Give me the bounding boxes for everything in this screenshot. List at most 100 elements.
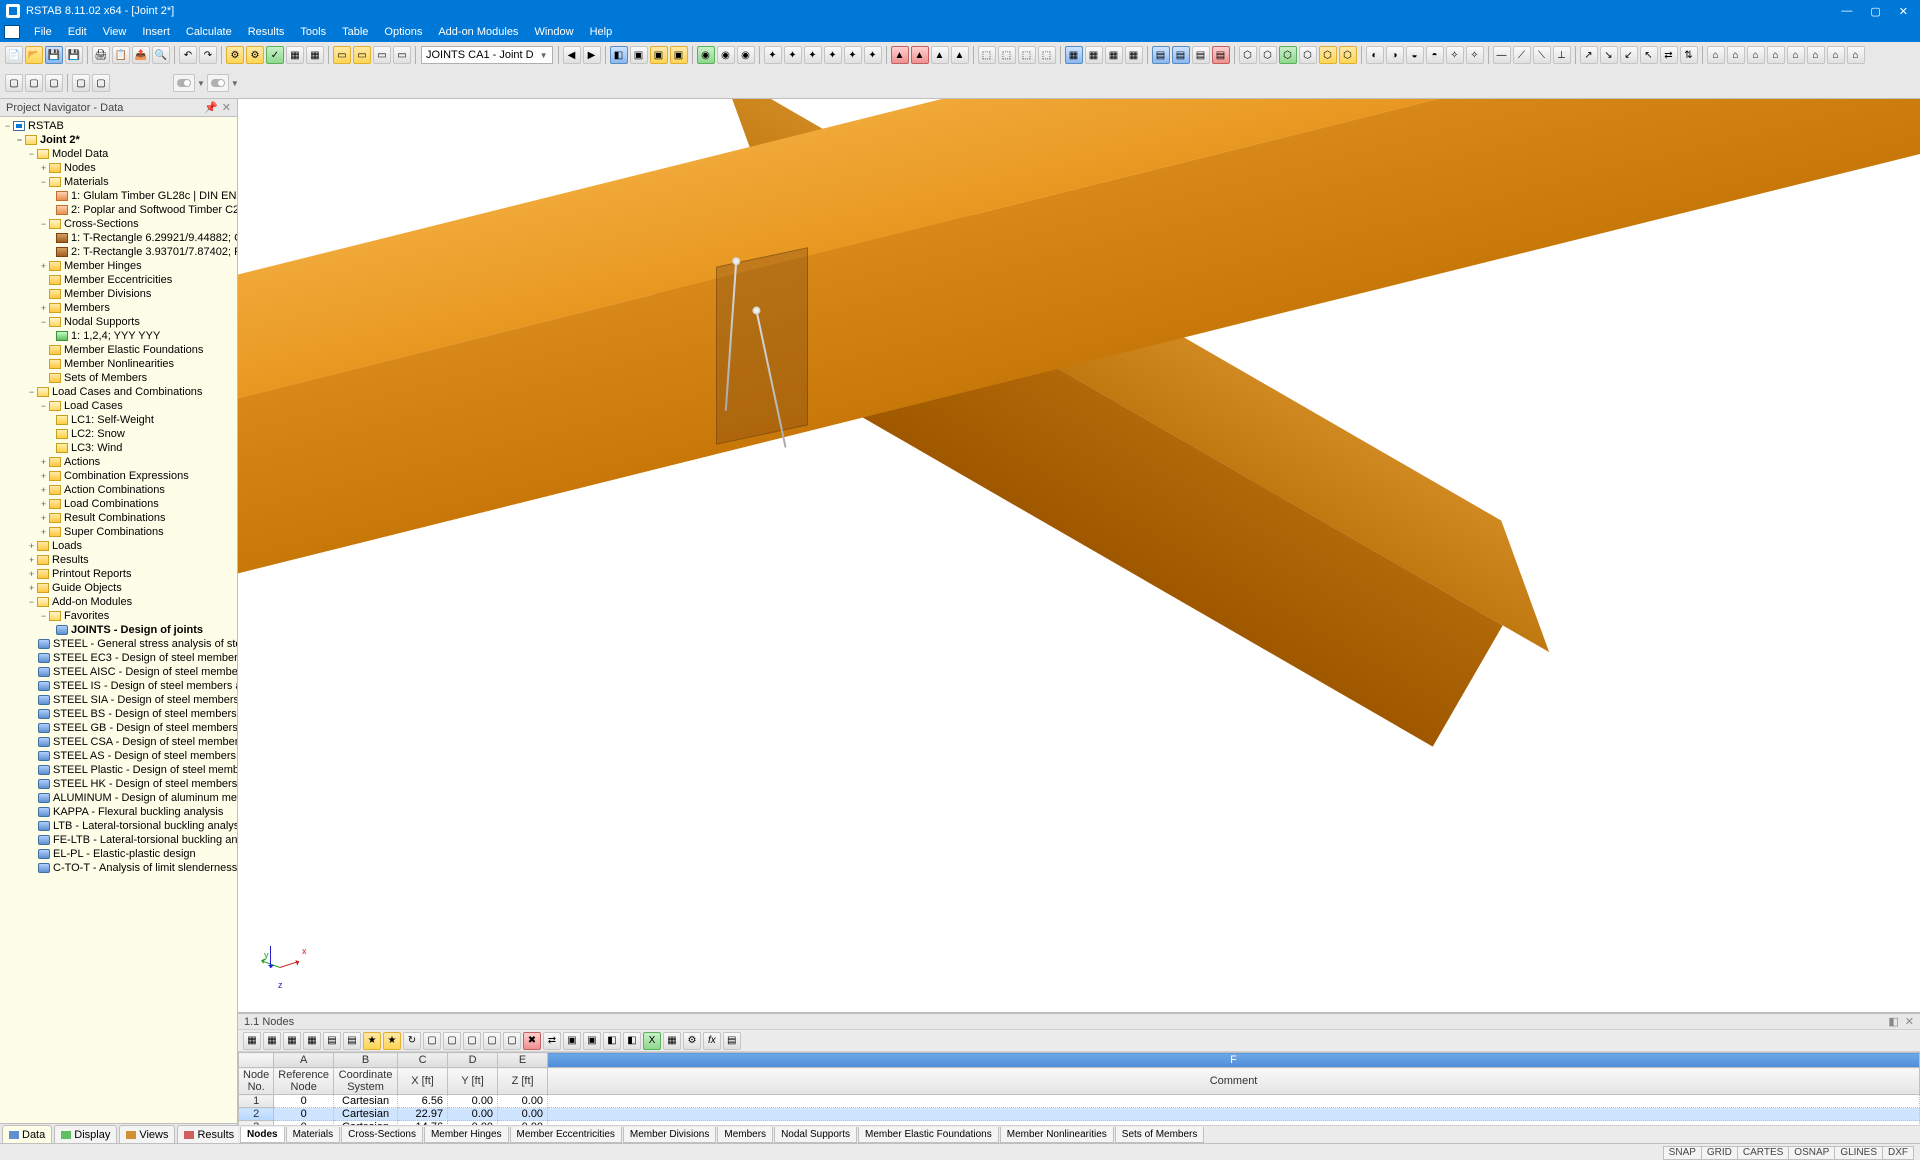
sel4-icon[interactable]: ▭ — [393, 46, 411, 64]
tool-icon[interactable]: ⬚ — [1018, 46, 1036, 64]
tool-icon[interactable]: ▲ — [951, 46, 969, 64]
menu-results[interactable]: Results — [240, 24, 293, 40]
report-icon[interactable]: 📋 — [112, 46, 130, 64]
print-icon[interactable]: 🖨 — [92, 46, 110, 64]
tool-icon[interactable]: ◓ — [1426, 46, 1444, 64]
render1-icon[interactable]: ◉ — [697, 46, 715, 64]
tree-mod-as[interactable]: STEEL AS - Design of steel members accor… — [0, 749, 237, 763]
3d-viewport[interactable]: xyz — [238, 99, 1920, 1013]
loadcase-combo[interactable]: JOINTS CA1 - Joint D▼ — [421, 46, 553, 64]
menu-tools[interactable]: Tools — [292, 24, 334, 40]
tree-mod-bs[interactable]: STEEL BS - Design of steel members accor… — [0, 707, 237, 721]
tree-project[interactable]: −Joint 2* — [0, 133, 237, 147]
ltab-materials[interactable]: Materials — [286, 1127, 341, 1143]
sel3-icon[interactable]: ▭ — [373, 46, 391, 64]
tree-materials[interactable]: −Materials — [0, 175, 237, 189]
tree-member-hinges[interactable]: +Member Hinges — [0, 259, 237, 273]
tool-icon[interactable]: ▤ — [1192, 46, 1210, 64]
tree-mod-plastic[interactable]: STEEL Plastic - Design of steel members … — [0, 763, 237, 777]
vis1-icon[interactable]: ▢ — [5, 74, 23, 92]
tool-icon[interactable]: — — [1493, 46, 1511, 64]
vis4-icon[interactable]: ▢ — [72, 74, 90, 92]
tbl-icon[interactable]: ▢ — [503, 1032, 521, 1050]
preview-icon[interactable]: 🔍 — [152, 46, 170, 64]
tool-icon[interactable]: ⌂ — [1747, 46, 1765, 64]
menu-file[interactable]: File — [26, 24, 60, 40]
ltab-member-div[interactable]: Member Divisions — [623, 1127, 716, 1143]
grid-icon[interactable]: ▦ — [286, 46, 304, 64]
nav-tab-results[interactable]: Results — [177, 1125, 241, 1143]
ltab-member-ecc[interactable]: Member Eccentricities — [510, 1127, 622, 1143]
view-x-icon[interactable]: ▣ — [630, 46, 648, 64]
tree-cross-sections[interactable]: −Cross-Sections — [0, 217, 237, 231]
tree-comb-expr[interactable]: +Combination Expressions — [0, 469, 237, 483]
tool-icon[interactable]: ▲ — [891, 46, 909, 64]
tree-result-comb[interactable]: +Result Combinations — [0, 511, 237, 525]
tool-icon[interactable]: ⬡ — [1299, 46, 1317, 64]
tbl-icon[interactable]: ▢ — [423, 1032, 441, 1050]
tree-mod-hk[interactable]: STEEL HK - Design of steel members accor… — [0, 777, 237, 791]
menu-calc[interactable]: Calculate — [178, 24, 240, 40]
save-icon[interactable]: 💾 — [45, 46, 63, 64]
tree-load-cases[interactable]: −Load Cases — [0, 399, 237, 413]
tree-mod-ltb[interactable]: LTB - Lateral-torsional buckling analysi… — [0, 819, 237, 833]
tree-member-div[interactable]: Member Divisions — [0, 287, 237, 301]
tool-icon[interactable]: ✦ — [824, 46, 842, 64]
tbl-excel-icon[interactable]: X — [643, 1032, 661, 1050]
tbl-icon[interactable]: ▣ — [563, 1032, 581, 1050]
nodes-table[interactable]: A B C D E F Node No. Reference Node Coor — [238, 1052, 1920, 1125]
ltab-member-hinges[interactable]: Member Hinges — [424, 1127, 509, 1143]
tbl-icon[interactable]: ▢ — [443, 1032, 461, 1050]
tbl-icon[interactable]: ▦ — [303, 1032, 321, 1050]
tool-icon[interactable]: ↘ — [1600, 46, 1618, 64]
tool-icon[interactable]: ✦ — [844, 46, 862, 64]
menu-addons[interactable]: Add-on Modules — [430, 24, 526, 40]
tree-nodes[interactable]: +Nodes — [0, 161, 237, 175]
tree-mat-1[interactable]: 1: Glulam Timber GL28c | DIN EN 14080:2… — [0, 189, 237, 203]
tree-mod-ctot[interactable]: C-TO-T - Analysis of limit slenderness r… — [0, 861, 237, 875]
menu-options[interactable]: Options — [376, 24, 430, 40]
tree-actions[interactable]: +Actions — [0, 455, 237, 469]
tool-icon[interactable]: ⟍ — [1533, 46, 1551, 64]
tool-icon[interactable]: ↖ — [1640, 46, 1658, 64]
tree-lc1[interactable]: LC1: Self-Weight — [0, 413, 237, 427]
tool-icon[interactable]: ⬚ — [978, 46, 996, 64]
table-row[interactable]: 10Cartesian6.560.000.00 — [239, 1095, 1920, 1108]
tree-cs-1[interactable]: 1: T-Rectangle 6.29921/9.44882; Glulam T… — [0, 231, 237, 245]
tbl-icon[interactable]: ▢ — [463, 1032, 481, 1050]
tool-icon[interactable]: ⇅ — [1680, 46, 1698, 64]
status-osnap[interactable]: OSNAP — [1788, 1146, 1835, 1160]
tree-ns-1[interactable]: 1: 1,2,4; YYY YYY — [0, 329, 237, 343]
tool-icon[interactable]: ↗ — [1580, 46, 1598, 64]
navigator-close-icon[interactable]: ✕ — [222, 101, 231, 114]
tbl-icon[interactable]: ▢ — [483, 1032, 501, 1050]
status-cartes[interactable]: CARTES — [1737, 1146, 1789, 1160]
ltab-nodes[interactable]: Nodes — [240, 1127, 285, 1143]
tree-mod-gb[interactable]: STEEL GB - Design of steel members accor… — [0, 721, 237, 735]
tree-mod-kappa[interactable]: KAPPA - Flexural buckling analysis — [0, 805, 237, 819]
tool-icon[interactable]: ⌂ — [1827, 46, 1845, 64]
tool-icon[interactable]: ▦ — [1125, 46, 1143, 64]
tree-results[interactable]: +Results — [0, 553, 237, 567]
menu-table[interactable]: Table — [334, 24, 376, 40]
tbl-icon[interactable]: ▤ — [323, 1032, 341, 1050]
table-close-icon[interactable]: ✕ — [1905, 1015, 1914, 1028]
sel2-icon[interactable]: ▭ — [353, 46, 371, 64]
table-pin-icon[interactable]: ◧ — [1888, 1015, 1898, 1028]
tool-icon[interactable]: ▤ — [1212, 46, 1230, 64]
menu-view[interactable]: View — [95, 24, 135, 40]
tool-icon[interactable]: ⬡ — [1239, 46, 1257, 64]
tool-icon[interactable]: ⇄ — [1660, 46, 1678, 64]
nav-tab-views[interactable]: Views — [119, 1125, 175, 1143]
mdi-icon[interactable] — [4, 25, 20, 39]
tool-icon[interactable]: ✦ — [804, 46, 822, 64]
tool-icon[interactable]: ▦ — [1085, 46, 1103, 64]
tool-icon[interactable]: ▦ — [1065, 46, 1083, 64]
tree-root[interactable]: −RSTAB — [0, 119, 237, 133]
tool-icon[interactable]: ⌂ — [1707, 46, 1725, 64]
menu-help[interactable]: Help — [582, 24, 621, 40]
tree-guide[interactable]: +Guide Objects — [0, 581, 237, 595]
tree-nodal-supports[interactable]: −Nodal Supports — [0, 315, 237, 329]
render3-icon[interactable]: ◉ — [737, 46, 755, 64]
tool-icon[interactable]: ⌂ — [1727, 46, 1745, 64]
